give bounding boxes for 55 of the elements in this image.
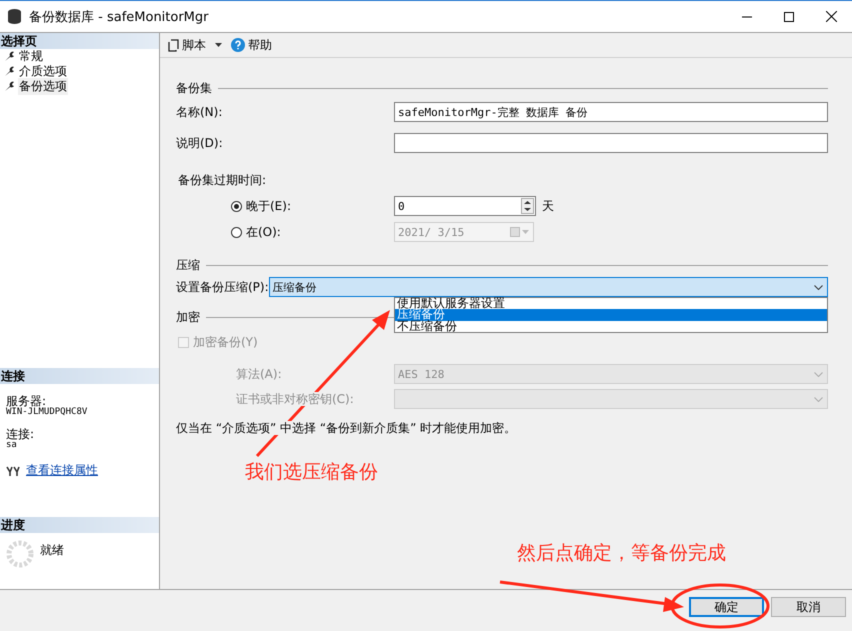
status-text: 就绪 bbox=[40, 542, 64, 559]
help-button[interactable]: 帮助 bbox=[231, 36, 272, 54]
page-item[interactable]: 备份选项 bbox=[18, 78, 68, 95]
help-icon bbox=[231, 38, 245, 52]
spinner-icon bbox=[6, 540, 34, 568]
ok-button[interactable]: 确定 bbox=[689, 597, 764, 617]
calendar-icon bbox=[510, 227, 530, 237]
checkbox-label: 加密备份(Y) bbox=[193, 334, 258, 350]
window-title: 备份数据库 - safeMonitorMgr bbox=[29, 8, 208, 26]
field-label: 说明(D): bbox=[176, 134, 224, 152]
field-label: 备份集过期时间: bbox=[178, 172, 268, 186]
annotation-text: 我们选压缩备份 bbox=[245, 460, 378, 485]
unit-label: 天 bbox=[542, 198, 554, 214]
connection-link[interactable]: 查看连接属性 bbox=[26, 462, 98, 479]
section-header: 连接 bbox=[0, 368, 159, 384]
chevron-down-icon bbox=[814, 372, 823, 376]
annotation-text: 然后点确定，等备份完成 bbox=[517, 541, 726, 566]
compression-select[interactable]: 压缩备份 bbox=[268, 277, 828, 297]
section-header: 选择页 bbox=[0, 33, 159, 49]
page-item[interactable]: 介质选项 bbox=[18, 63, 68, 80]
login-name: sa bbox=[6, 440, 18, 450]
field-label: 连接: bbox=[6, 429, 36, 440]
database-icon bbox=[8, 9, 21, 24]
radio-button[interactable] bbox=[231, 200, 242, 212]
cancel-button[interactable]: 取消 bbox=[771, 597, 846, 617]
dropdown-option[interactable]: 使用默认服务器设置 bbox=[395, 298, 827, 310]
field-label: 设置备份压缩(P): bbox=[176, 278, 269, 296]
days-spinner[interactable]: 0 bbox=[394, 196, 536, 216]
dropdown-option[interactable]: 不压缩备份 bbox=[395, 320, 827, 332]
radio-button[interactable] bbox=[231, 226, 242, 238]
field-label: 服务器: bbox=[6, 396, 46, 407]
dropdown-option[interactable]: 压缩备份 bbox=[395, 309, 827, 321]
script-button[interactable]: 脚本 bbox=[168, 36, 206, 54]
field-label: 算法(A): bbox=[236, 366, 282, 380]
section-header: 压缩 bbox=[176, 256, 200, 274]
field-label: 证书或非对称密钥(C): bbox=[236, 392, 354, 406]
close-icon bbox=[826, 11, 836, 22]
radio-label: 晚于(E): bbox=[246, 198, 291, 214]
radio-label: 在(O): bbox=[246, 224, 281, 240]
page-item[interactable]: 常规 bbox=[18, 48, 44, 65]
section-header: 备份集 bbox=[176, 80, 212, 96]
spin-arrows-icon[interactable] bbox=[521, 198, 534, 214]
maximize-icon bbox=[784, 12, 794, 22]
field-label: 名称(N): bbox=[176, 104, 224, 120]
name-field[interactable]: safeMonitorMgr-完整 数据库 备份 bbox=[394, 102, 828, 122]
section-header: 加密 bbox=[176, 308, 200, 326]
dropdown-list[interactable]: 使用默认服务器设置 压缩备份 不压缩备份 bbox=[394, 297, 828, 333]
script-icon bbox=[168, 38, 179, 52]
section-header: 进度 bbox=[0, 517, 159, 533]
chevron-down-icon bbox=[814, 284, 823, 290]
dropdown-icon[interactable] bbox=[215, 43, 222, 47]
plug-icon bbox=[6, 466, 20, 476]
chevron-down-icon bbox=[814, 396, 823, 402]
server-name: WIN-JLMUDPQHC8V bbox=[6, 407, 88, 417]
description-field[interactable] bbox=[394, 133, 828, 153]
